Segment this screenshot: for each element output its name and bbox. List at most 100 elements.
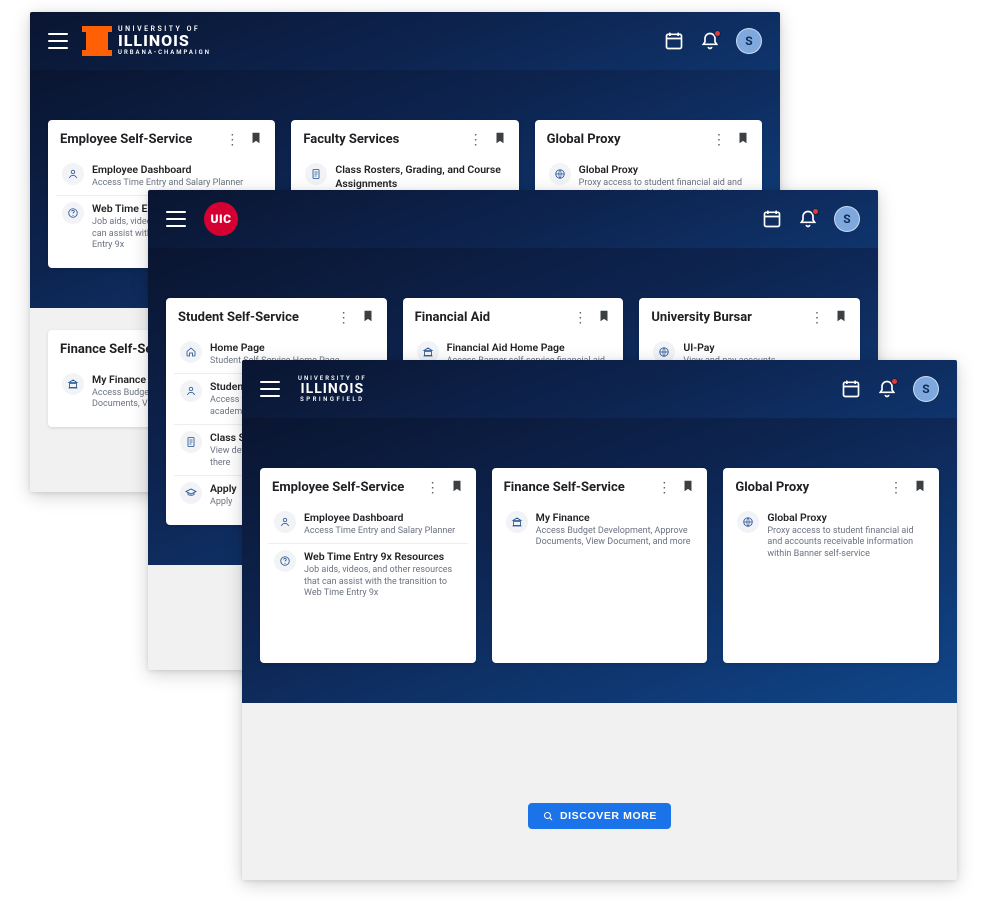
card-title: Faculty Services [303,132,468,147]
header: UNIVERSITY OF ILLINOIS URBANA-CHAMPAIGN … [30,12,780,70]
card-employee-self-service: Employee Self-Service ⋮ Employee Dashboa… [260,468,476,663]
bookmark-button[interactable] [834,308,848,327]
more-vert-icon[interactable]: ⋮ [225,133,239,147]
list-item[interactable]: Employee Dashboard Access Time Entry and… [268,505,468,544]
item-title: Global Proxy [767,511,925,525]
bookmark-button[interactable] [361,308,375,327]
portal-uis: UNIVERSITY OF ILLINOIS SPRINGFIELD S Emp… [242,360,957,880]
calendar-icon [762,209,782,229]
card-title: University Bursar [651,310,810,325]
logo-uiuc[interactable]: UNIVERSITY OF ILLINOIS URBANA-CHAMPAIGN [86,26,211,56]
calendar-button[interactable] [841,379,861,399]
discover-label: DISCOVER MORE [560,810,657,822]
bank-icon [506,511,528,533]
more-vert-icon[interactable]: ⋮ [657,481,671,495]
card-title: Financial Aid [415,310,574,325]
bookmark-button[interactable] [736,130,750,149]
bookmark-icon [913,479,927,493]
card-title: Finance Self-Service [504,480,658,495]
globe-icon [549,163,571,185]
help-icon [62,202,84,224]
bookmark-icon [493,131,507,145]
list-item[interactable]: Global Proxy Proxy access to student fin… [731,505,931,567]
menu-button[interactable] [166,211,186,227]
bookmark-icon [361,309,375,323]
card-title: Global Proxy [547,132,712,147]
notifications-button[interactable] [700,31,720,51]
item-title: My Finance [536,511,694,525]
item-title: Financial Aid Home Page [447,341,610,355]
item-desc: Access Time Entry and Salary Planner [92,178,261,190]
item-title: Web Time Entry 9x Resources [304,550,462,564]
header: UIC S [148,190,878,248]
calendar-icon [841,379,861,399]
document-icon [180,431,202,453]
item-title: Employee Dashboard [304,511,462,525]
list-item[interactable]: Web Time Entry 9x Resources Job aids, vi… [268,544,468,606]
notification-dot [812,208,819,215]
logo-sub: SPRINGFIELD [300,397,364,403]
document-icon [305,163,327,185]
more-vert-icon[interactable]: ⋮ [810,311,824,325]
notification-dot [891,378,898,385]
logo-uis[interactable]: UNIVERSITY OF ILLINOIS SPRINGFIELD [298,376,367,403]
item-title: Employee Dashboard [92,163,261,177]
more-vert-icon[interactable]: ⋮ [889,481,903,495]
item-title: Class Rosters, Grading, and Course Assig… [335,163,504,190]
more-vert-icon[interactable]: ⋮ [469,133,483,147]
notifications-button[interactable] [798,209,818,229]
avatar[interactable]: S [913,376,939,402]
card-title: Global Proxy [735,480,889,495]
bookmark-icon [249,131,263,145]
logo-main: ILLINOIS [301,382,365,396]
logo-sub: URBANA-CHAMPAIGN [118,50,211,56]
more-vert-icon[interactable]: ⋮ [573,311,587,325]
more-vert-icon[interactable]: ⋮ [712,133,726,147]
notification-dot [714,30,721,37]
bookmark-button[interactable] [493,130,507,149]
item-desc: Job aids, videos, and other resources th… [304,565,462,600]
item-title: Home Page [210,341,373,355]
bookmark-icon [450,479,464,493]
bookmark-icon [834,309,848,323]
avatar[interactable]: S [736,28,762,54]
card-finance-self-service: Finance Self-Service ⋮ My Finance Access… [492,468,708,663]
item-desc: Access Budget Development, Approve Docum… [536,526,694,549]
graduation-icon [180,482,202,504]
menu-button[interactable] [48,33,68,49]
calendar-icon [664,31,684,51]
cards-row: Employee Self-Service ⋮ Employee Dashboa… [260,418,939,663]
notifications-button[interactable] [877,379,897,399]
more-vert-icon[interactable]: ⋮ [426,481,440,495]
home-icon [180,341,202,363]
logo-uic[interactable]: UIC [204,202,238,236]
card-title: Student Self-Service [178,310,337,325]
calendar-button[interactable] [664,31,684,51]
bank-icon [62,373,84,395]
help-icon [274,550,296,572]
list-item[interactable]: My Finance Access Budget Development, Ap… [500,505,700,555]
item-desc: Access Time Entry and Salary Planner [304,526,462,538]
bookmark-button[interactable] [597,308,611,327]
discover-more-button[interactable]: DISCOVER MORE [528,803,671,829]
item-title: Global Proxy [579,163,748,177]
calendar-button[interactable] [762,209,782,229]
more-vert-icon[interactable]: ⋮ [337,311,351,325]
bookmark-icon [681,479,695,493]
person-icon [62,163,84,185]
bookmark-button[interactable] [681,478,695,497]
globe-icon [737,511,759,533]
bookmark-button[interactable] [249,130,263,149]
menu-button[interactable] [260,381,280,397]
bookmark-button[interactable] [913,478,927,497]
avatar[interactable]: S [834,206,860,232]
item-title: UI-Pay [683,341,846,355]
logo-main: ILLINOIS [118,33,211,49]
bookmark-button[interactable] [450,478,464,497]
card-title: Employee Self-Service [272,480,426,495]
header: UNIVERSITY OF ILLINOIS SPRINGFIELD S [242,360,957,418]
person-icon [274,511,296,533]
search-icon [542,810,554,822]
block-i-icon [86,26,108,56]
person-icon [180,380,202,402]
